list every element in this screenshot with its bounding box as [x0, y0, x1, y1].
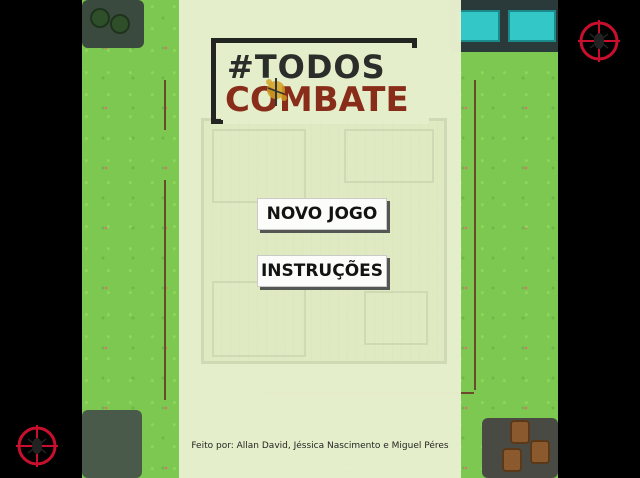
- instructions-button[interactable]: INSTRUÇÕES: [257, 255, 387, 287]
- room: [364, 291, 428, 345]
- fence: [164, 180, 166, 400]
- house-floorplan: [201, 118, 447, 364]
- mosquito-splat-icon: [266, 78, 287, 106]
- barrel: [510, 420, 530, 444]
- building: [450, 0, 558, 52]
- game-logo: #TODOS NO COMBATE: [207, 38, 429, 128]
- room: [212, 129, 306, 203]
- mosquito-target-icon: [578, 20, 620, 62]
- left-letterbox: [0, 0, 82, 478]
- logo-title-line2: COMBATE: [221, 80, 413, 120]
- building-window: [456, 10, 500, 42]
- room: [212, 281, 306, 357]
- game-canvas: #TODOS NO COMBATE NOVO JOGO INSTRUÇÕES F…: [82, 0, 558, 478]
- bush: [90, 8, 110, 28]
- fence: [164, 80, 166, 130]
- fence: [474, 80, 476, 390]
- room: [344, 129, 434, 183]
- right-letterbox: [558, 0, 640, 478]
- rubble-area: [82, 410, 142, 478]
- credits-text: Feito por: Allan David, Jéssica Nascimen…: [191, 441, 449, 451]
- mosquito-target-icon: [16, 425, 58, 467]
- bush: [110, 14, 130, 34]
- menu-panel: #TODOS NO COMBATE NOVO JOGO INSTRUÇÕES F…: [179, 0, 461, 478]
- barrel: [530, 440, 550, 464]
- new-game-button[interactable]: NOVO JOGO: [257, 198, 387, 230]
- barrel: [502, 448, 522, 472]
- building-window: [508, 10, 556, 42]
